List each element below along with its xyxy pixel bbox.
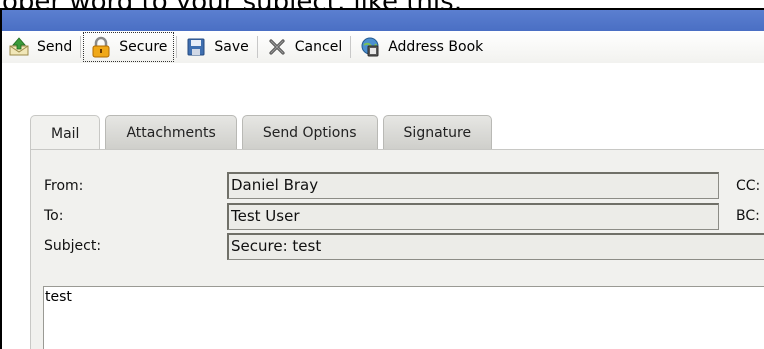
secure-button[interactable]: Secure xyxy=(83,32,175,62)
toolbar: Send Secure Save Cancel Address Book xyxy=(2,31,764,63)
page: oper word to your subject, like this: Se… xyxy=(0,0,764,349)
send-button[interactable]: Send xyxy=(2,32,78,62)
floppy-disk-icon xyxy=(185,36,207,58)
toolbar-separator xyxy=(80,36,82,58)
toolbar-separator xyxy=(350,36,352,58)
to-field[interactable]: Test User xyxy=(227,203,719,230)
cc-label: CC: xyxy=(736,178,761,194)
address-book-button[interactable]: Address Book xyxy=(353,32,489,62)
subject-label: Subject: xyxy=(44,238,102,254)
address-book-label: Address Book xyxy=(388,39,484,55)
padlock-icon xyxy=(90,36,112,58)
cancel-label: Cancel xyxy=(294,39,343,55)
window-titlebar xyxy=(2,10,764,31)
message-body[interactable]: test xyxy=(43,286,764,349)
cancel-button[interactable]: Cancel xyxy=(260,32,348,62)
from-field[interactable]: Daniel Bray xyxy=(227,172,719,199)
send-label: Send xyxy=(37,39,73,55)
bc-label: BC: xyxy=(736,208,760,224)
from-label: From: xyxy=(44,178,84,194)
address-book-icon xyxy=(359,36,381,58)
tab-signature[interactable]: Signature xyxy=(382,115,493,149)
tab-strip: Mail Attachments Send Options Signature xyxy=(30,115,493,152)
tab-mail[interactable]: Mail xyxy=(30,115,101,152)
tab-send-options[interactable]: Send Options xyxy=(241,115,378,149)
tab-attachments[interactable]: Attachments xyxy=(105,115,237,149)
mail-panel: From: Daniel Bray CC: To: Test User BC: … xyxy=(30,149,764,349)
cancel-x-icon xyxy=(266,36,288,58)
send-icon xyxy=(8,36,30,58)
compose-window: Send Secure Save Cancel Address Book Mai… xyxy=(0,8,764,349)
subject-field[interactable]: Secure: test xyxy=(227,233,764,260)
save-label: Save xyxy=(214,39,249,55)
toolbar-separator xyxy=(176,36,178,58)
toolbar-separator xyxy=(256,36,258,58)
secure-label: Secure xyxy=(119,39,168,55)
save-button[interactable]: Save xyxy=(179,32,254,62)
to-label: To: xyxy=(44,208,64,224)
